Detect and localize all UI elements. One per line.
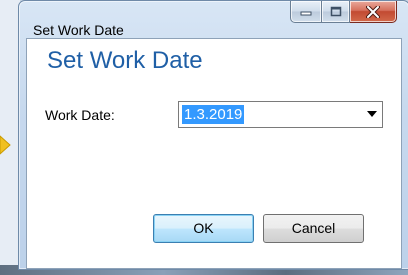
minimize-button[interactable] bbox=[290, 1, 322, 23]
work-date-combobox[interactable]: 1.3.2019 bbox=[178, 101, 383, 128]
close-icon bbox=[366, 5, 380, 18]
set-work-date-window: Set Work Date Set Work Date Work Date: 1… bbox=[18, 0, 408, 270]
minimize-icon bbox=[300, 11, 312, 15]
background-arrow-icon bbox=[0, 135, 11, 155]
work-date-value[interactable]: 1.3.2019 bbox=[182, 105, 245, 124]
chevron-down-icon[interactable] bbox=[367, 111, 377, 117]
title-bar[interactable]: Set Work Date bbox=[19, 1, 408, 38]
cancel-button[interactable]: Cancel bbox=[263, 214, 364, 243]
close-button[interactable] bbox=[350, 1, 397, 23]
window-title: Set Work Date bbox=[33, 22, 124, 38]
maximize-button[interactable] bbox=[322, 1, 350, 23]
caption-buttons bbox=[290, 1, 397, 23]
maximize-icon bbox=[330, 6, 341, 17]
work-date-label: Work Date: bbox=[45, 107, 115, 123]
ok-button[interactable]: OK bbox=[153, 214, 254, 243]
dialog-heading: Set Work Date bbox=[47, 47, 203, 74]
